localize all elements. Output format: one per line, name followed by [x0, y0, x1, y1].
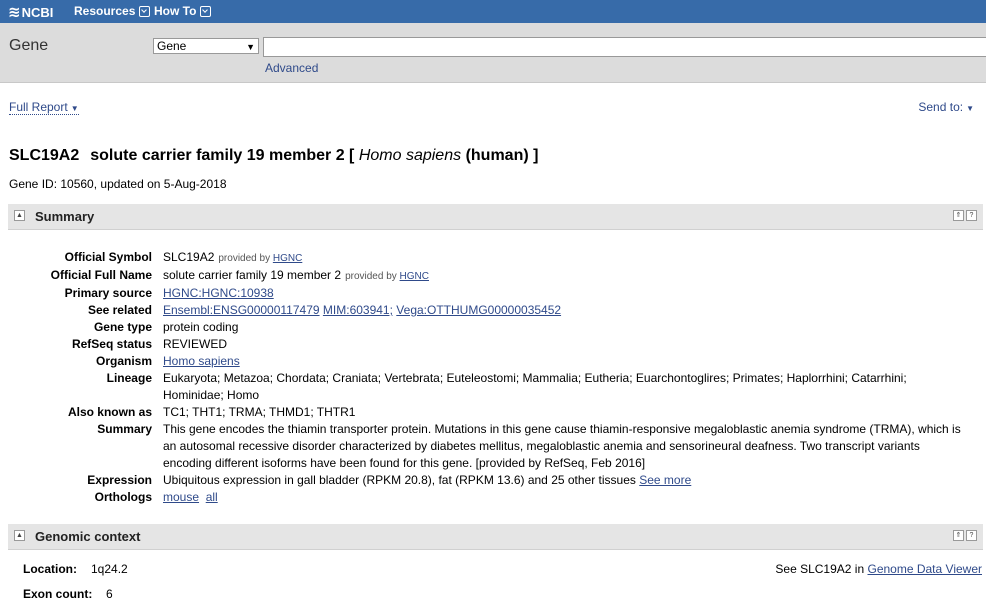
row-gene-type: Gene type protein coding: [0, 319, 986, 336]
row-refseq-status: RefSeq status REVIEWED: [0, 336, 986, 353]
exon-count-row: Exon count: 6: [23, 587, 113, 601]
howto-menu[interactable]: How To: [154, 4, 212, 18]
vega-link[interactable]: Vega:OTTHUMG00000035452: [396, 303, 561, 317]
primary-source-link[interactable]: HGNC:HGNC:10938: [163, 286, 274, 300]
summary-value: This gene encodes the thiamin transporte…: [163, 422, 961, 470]
hgnc-link[interactable]: HGNC: [400, 271, 429, 282]
row-see-related: See related Ensembl:ENSG00000117479 MIM:…: [0, 302, 986, 319]
chevron-down-icon: [200, 5, 212, 17]
row-lineage: Lineage Eukaryota; Metazoa; Chordata; Cr…: [0, 370, 986, 404]
send-to-label: Send to:: [918, 100, 964, 114]
expression-value: Ubiquitous expression in gall bladder (R…: [163, 473, 636, 487]
ncbi-logo[interactable]: ≋ NCBI: [8, 3, 53, 21]
lineage-value: Eukaryota; Metazoa; Chordata; Craniata; …: [163, 371, 907, 402]
official-full-name-label: Official Full Name: [50, 268, 152, 282]
see-in-text: See SLC19A2 in: [775, 562, 865, 576]
row-organism: Organism Homo sapiens: [0, 353, 986, 370]
exon-count-value: 6: [106, 587, 113, 601]
primary-source-label: Primary source: [64, 286, 152, 300]
summary-section-title: Summary: [35, 209, 95, 224]
refseq-status-label: RefSeq status: [71, 337, 152, 351]
see-related-label: See related: [87, 303, 152, 317]
search-band: Gene Gene ▼ Advanced: [0, 23, 986, 83]
species-title: Homo sapiens: [358, 147, 462, 164]
refseq-status-value: REVIEWED: [163, 337, 228, 351]
collapse-icon[interactable]: ▲: [14, 530, 25, 541]
database-select-value: Gene: [157, 39, 187, 53]
row-orthologs: Orthologs mouse all: [0, 489, 986, 506]
resources-menu[interactable]: Resources: [74, 4, 151, 18]
go-top-icon[interactable]: ⇑: [953, 210, 964, 221]
howto-label: How To: [154, 4, 197, 18]
go-top-icon[interactable]: ⇑: [953, 530, 964, 541]
genomic-context-title: Genomic context: [35, 529, 141, 544]
official-symbol-label: Official Symbol: [64, 250, 152, 264]
resources-label: Resources: [74, 4, 136, 18]
official-full-name-value: solute carrier family 19 member 2: [163, 268, 342, 282]
row-expression: Expression Ubiquitous expression in gall…: [0, 472, 986, 489]
lineage-label: Lineage: [106, 371, 152, 385]
send-to-menu[interactable]: Send to: ▼: [918, 100, 974, 114]
summary-section-header[interactable]: ▲ Summary ⇑ ?: [8, 204, 983, 230]
species-common-title: (human) ]: [465, 147, 539, 164]
search-input[interactable]: [263, 37, 986, 57]
page-title: SLC19A2 solute carrier family 19 member 2…: [9, 147, 538, 165]
aka-label: Also known as: [67, 405, 152, 419]
row-official-symbol: Official Symbol SLC19A2 provided by HGNC: [0, 249, 986, 267]
mim-link[interactable]: MIM:603941;: [323, 303, 393, 317]
advanced-search-link[interactable]: Advanced: [265, 61, 318, 75]
gene-id-line: Gene ID: 10560, updated on 5-Aug-2018: [9, 177, 227, 191]
help-icon[interactable]: ?: [966, 530, 977, 541]
row-also-known-as: Also known as TC1; THT1; TRMA; THMD1; TH…: [0, 404, 986, 421]
orthologs-label: Orthologs: [94, 490, 152, 504]
genomic-context-section-header[interactable]: ▲ Genomic context ⇑ ?: [8, 524, 983, 550]
orthologs-mouse-link[interactable]: mouse: [163, 490, 199, 504]
location-label: Location:: [23, 562, 77, 576]
collapse-icon[interactable]: ▲: [14, 210, 25, 221]
database-title: Gene: [9, 37, 49, 54]
ncbi-top-bar: ≋ NCBI Resources How To: [0, 0, 986, 23]
provided-by-text: provided by: [218, 253, 271, 264]
gene-type-value: protein coding: [163, 320, 239, 334]
hgnc-link[interactable]: HGNC: [273, 253, 302, 264]
full-report-menu[interactable]: Full Report ▼: [9, 100, 79, 115]
gene-type-label: Gene type: [93, 320, 152, 334]
expression-label: Expression: [87, 473, 152, 487]
ensembl-link[interactable]: Ensembl:ENSG00000117479: [163, 303, 320, 317]
official-symbol-value: SLC19A2: [163, 250, 215, 264]
gene-name-title: solute carrier family 19 member 2 [: [90, 147, 355, 164]
chevron-down-icon: [139, 5, 151, 17]
caret-down-icon: ▼: [966, 104, 974, 113]
full-report-label: Full Report: [9, 100, 68, 114]
database-select[interactable]: Gene ▼: [153, 38, 259, 54]
provided-by-text: provided by: [345, 271, 397, 282]
see-more-link[interactable]: See more: [639, 473, 691, 487]
caret-down-icon: ▼: [70, 104, 79, 113]
summary-label: Summary: [97, 422, 152, 436]
aka-value: TC1; THT1; TRMA; THMD1; THTR1: [163, 405, 356, 419]
ncbi-brand: NCBI: [21, 4, 54, 20]
row-summary: Summary This gene encodes the thiamin tr…: [0, 421, 986, 472]
summary-list: Official Symbol SLC19A2 provided by HGNC …: [0, 249, 986, 506]
genome-data-viewer-line: See SLC19A2 in Genome Data Viewer: [775, 562, 982, 576]
gene-symbol-title: SLC19A2: [9, 147, 80, 164]
row-official-full-name: Official Full Name solute carrier family…: [0, 267, 986, 285]
organism-label: Organism: [95, 354, 152, 368]
dropdown-arrow-icon: ▼: [246, 42, 255, 52]
organism-link[interactable]: Homo sapiens: [163, 354, 240, 368]
orthologs-all-link[interactable]: all: [206, 490, 218, 504]
row-primary-source: Primary source HGNC:HGNC:10938: [0, 285, 986, 302]
ncbi-logo-icon: ≋: [8, 4, 21, 21]
location-row: Location: 1q24.2: [23, 562, 128, 576]
help-icon[interactable]: ?: [966, 210, 977, 221]
location-value: 1q24.2: [91, 562, 128, 576]
genome-data-viewer-link[interactable]: Genome Data Viewer: [867, 562, 982, 576]
exon-count-label: Exon count:: [23, 587, 93, 601]
